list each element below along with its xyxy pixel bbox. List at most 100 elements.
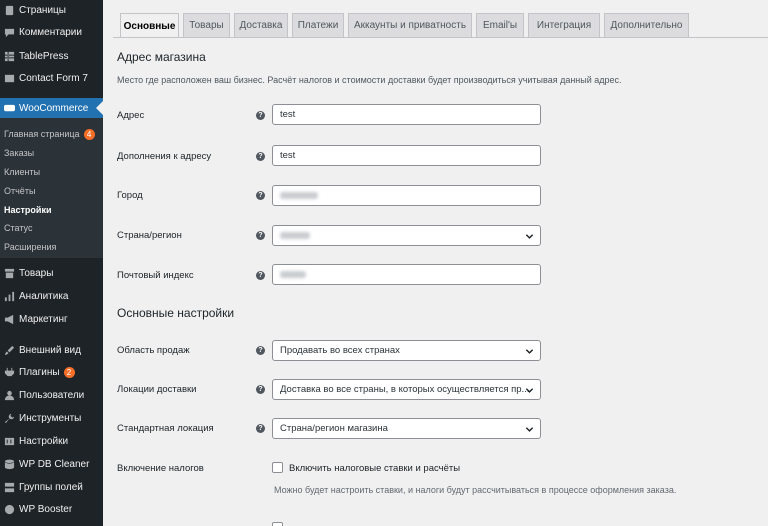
field-label-default-location: Стандартная локация (117, 423, 214, 434)
section-description: Место где расположен ваш бизнес. Расчёт … (117, 75, 622, 85)
menu-item-tablepress[interactable]: TablePress (0, 46, 103, 66)
menu-item-marketing[interactable]: Маркетинг (0, 309, 103, 329)
menu-item-field-groups[interactable]: Группы полей (0, 477, 103, 497)
tab-products[interactable]: Товары (183, 13, 230, 37)
redacted-value (280, 192, 318, 199)
submenu-item-status[interactable]: Статус (4, 221, 32, 235)
chevron-down-icon (525, 425, 534, 434)
chevron-down-icon (525, 386, 534, 395)
menu-item-label: Аналитика (19, 290, 69, 302)
megaphone-icon (4, 314, 15, 325)
help-icon[interactable]: ? (256, 111, 265, 120)
menu-item-appearance[interactable]: Внешний вид (0, 340, 103, 360)
tab-shipping[interactable]: Доставка (234, 13, 288, 37)
tab-payments[interactable]: Платежи (292, 13, 344, 37)
menu-item-label: Комментарии (19, 26, 82, 38)
help-icon[interactable]: ? (256, 191, 265, 200)
table-icon (4, 51, 15, 62)
menu-item-label: Маркетинг (19, 313, 68, 325)
menu-item-settings[interactable]: Настройки (0, 431, 103, 451)
default-location-select[interactable]: Страна/регион магазина (272, 418, 541, 439)
menu-item-label: Contact Form 7 (19, 72, 88, 84)
settings-icon (4, 436, 15, 447)
help-icon[interactable]: ? (256, 231, 265, 240)
menu-item-contact-form[interactable]: Contact Form 7 (0, 68, 103, 88)
field-label-city: Город (117, 190, 143, 201)
menu-item-analytics[interactable]: Аналитика (0, 286, 103, 306)
woocommerce-icon (4, 103, 15, 114)
submenu-item-label: Заказы (4, 148, 35, 158)
tab-general[interactable]: Основные (120, 13, 179, 38)
help-icon[interactable]: ? (256, 152, 265, 161)
submenu-item-label: Главная страница (4, 129, 80, 139)
enable-taxes-description: Можно будет настроить ставки, и налоги б… (274, 485, 677, 495)
tab-integration[interactable]: Интеграция (528, 13, 600, 37)
pages-icon (4, 5, 15, 16)
shipping-locations-select[interactable]: Доставка во все страны, в которых осущес… (272, 379, 541, 400)
users-icon (4, 390, 15, 401)
address-2-input[interactable]: test (272, 145, 541, 166)
menu-item-label: TablePress (19, 50, 69, 62)
selling-location-select[interactable]: Продавать во всех странах (272, 340, 541, 361)
submenu-item-label: Статус (4, 223, 33, 233)
help-icon[interactable]: ? (256, 385, 265, 394)
country-select[interactable] (272, 225, 541, 246)
menu-item-wp-booster[interactable]: WP Booster (0, 499, 103, 519)
booster-icon (4, 504, 15, 515)
admin-sidebar: Страницы Комментарии TablePress Contact … (0, 0, 103, 526)
help-icon[interactable]: ? (256, 271, 265, 280)
menu-item-tools[interactable]: Инструменты (0, 408, 103, 428)
tab-accounts-privacy[interactable]: Аккаунты и приватность (348, 13, 472, 37)
enable-taxes-checkbox-label[interactable]: Включить налоговые ставки и расчёты (289, 463, 460, 474)
menu-item-label: Пользователи (19, 389, 85, 401)
fields-icon (4, 482, 15, 493)
menu-item-woocommerce[interactable]: WooCommerce (0, 98, 103, 118)
menu-item-users[interactable]: Пользователи (0, 385, 103, 405)
submenu-item-label: Клиенты (4, 167, 41, 177)
submenu-item-settings[interactable]: Настройки (4, 203, 51, 217)
submenu-item-reports[interactable]: Отчёты (4, 184, 35, 198)
chart-icon (4, 291, 15, 302)
submenu-item-customers[interactable]: Клиенты (4, 165, 40, 179)
select-value: Продавать во всех странах (280, 345, 400, 356)
settings-tabs: Основные Товары Доставка Платежи Аккаунт… (120, 13, 693, 38)
field-label-address-2: Дополнения к адресу (117, 151, 212, 162)
help-icon[interactable]: ? (256, 346, 265, 355)
redacted-value (280, 271, 306, 278)
select-value: Страна/регион магазина (280, 423, 388, 434)
next-checkbox-partial[interactable] (272, 522, 283, 526)
help-icon[interactable]: ? (256, 424, 265, 433)
menu-item-plugins[interactable]: Плагины 2 (0, 362, 103, 382)
menu-item-products[interactable]: Товары (0, 263, 103, 283)
select-value: Доставка во все страны, в которых осущес… (280, 384, 530, 395)
database-icon (4, 459, 15, 470)
redacted-value (280, 232, 310, 239)
menu-item-label: Страницы (19, 4, 66, 16)
menu-item-pages[interactable]: Страницы (0, 0, 103, 20)
enable-taxes-checkbox[interactable] (272, 462, 283, 473)
menu-item-label: Инструменты (19, 412, 82, 424)
submenu-item-extensions[interactable]: Расширения (4, 240, 56, 254)
menu-item-label: WP Booster (19, 503, 73, 515)
menu-item-wp-db-cleaner[interactable]: WP DB Cleaner (0, 454, 103, 474)
address-input[interactable]: test (272, 104, 541, 125)
field-label-selling-location: Область продаж (117, 345, 190, 356)
chevron-down-icon (525, 347, 534, 356)
plugin-icon (4, 367, 15, 378)
postcode-input[interactable] (272, 264, 541, 285)
city-input[interactable] (272, 185, 541, 206)
section-title-store-address: Адрес магазина (117, 50, 206, 64)
menu-item-label: Товары (19, 267, 54, 279)
menu-item-label: Внешний вид (19, 344, 81, 356)
menu-item-label: WooCommerce (19, 102, 89, 114)
field-label-shipping-locations: Локации доставки (117, 384, 197, 395)
section-title-general-settings: Основные настройки (117, 306, 235, 320)
wrench-icon (4, 413, 15, 424)
tab-emails[interactable]: Email'ы (476, 13, 524, 37)
menu-item-comments[interactable]: Комментарии (0, 22, 103, 42)
menu-item-label: Группы полей (19, 481, 83, 493)
submenu-item-label: Расширения (4, 242, 57, 252)
submenu-item-orders[interactable]: Заказы (4, 146, 34, 160)
tab-advanced[interactable]: Дополнительно (604, 13, 689, 37)
submenu-item-home[interactable]: Главная страница 4 (4, 127, 95, 141)
